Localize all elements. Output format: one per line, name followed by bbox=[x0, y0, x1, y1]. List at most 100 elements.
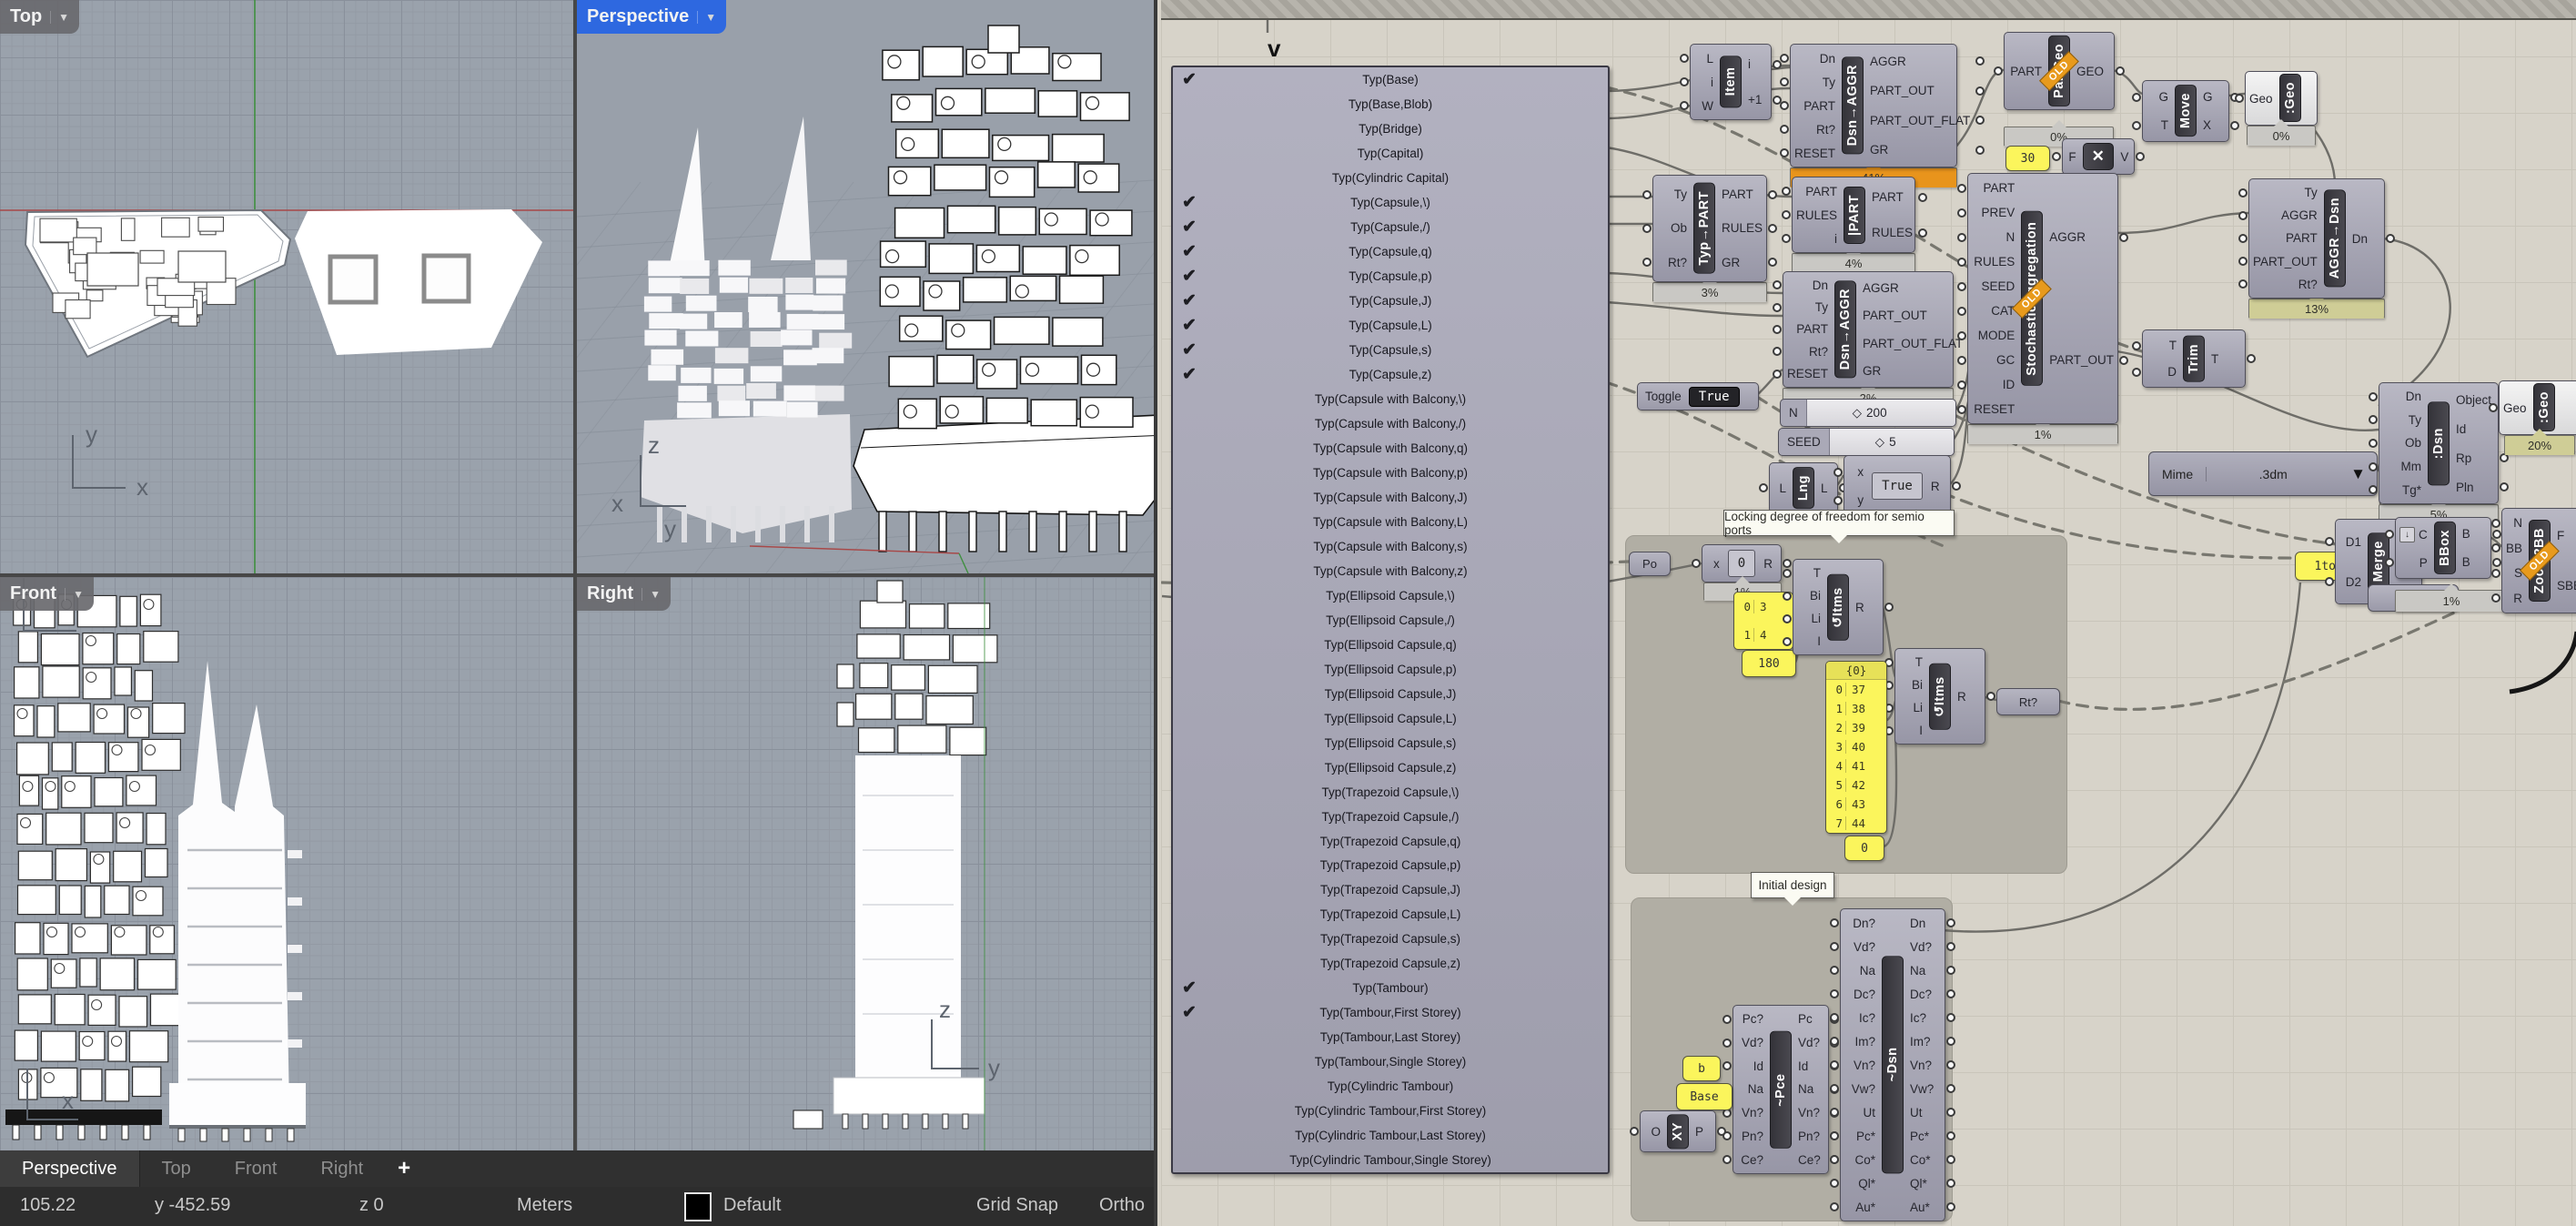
port-out-vd[interactable]: Vd? bbox=[1795, 1036, 1839, 1049]
checklist-item[interactable]: Typ(Trapezoid Capsule,s) bbox=[1173, 927, 1608, 951]
port-in-vw[interactable]: Vw? bbox=[1830, 1082, 1878, 1096]
port-out-x[interactable]: X bbox=[2200, 118, 2239, 132]
checklist-item[interactable]: ✔ Typ(Capsule,/) bbox=[1173, 215, 1608, 239]
layer-color-swatch[interactable] bbox=[684, 1192, 712, 1221]
viewport-perspective[interactable]: z x y Perspective ▼ bbox=[577, 0, 1154, 573]
port-in-mode[interactable]: MODE bbox=[1956, 329, 2017, 342]
checklist-item[interactable]: Typ(Ellipsoid Capsule,\) bbox=[1173, 583, 1608, 608]
checklist-item[interactable]: Typ(Tambour,Single Storey) bbox=[1173, 1049, 1608, 1074]
port-out-vn[interactable]: Vn? bbox=[1795, 1106, 1839, 1120]
pipe-part-node[interactable]: PART RULES i |PART PART RULES bbox=[1781, 177, 1928, 253]
multiply-node[interactable]: F ✕ V bbox=[2052, 138, 2145, 175]
port-in-d2[interactable]: D2 bbox=[2325, 575, 2364, 589]
port-out-sbb[interactable]: SBB bbox=[2554, 579, 2576, 593]
checklist-item[interactable]: Typ(Ellipsoid Capsule,L) bbox=[1173, 706, 1608, 731]
checklist-item[interactable]: Typ(Cylindric Tambour,First Storey) bbox=[1173, 1099, 1608, 1123]
panel-0[interactable]: 0 bbox=[1844, 836, 1884, 861]
port-in-seed[interactable]: SEED bbox=[1956, 279, 2017, 293]
geo-param-node-top[interactable]: Geo:Geo bbox=[2235, 71, 2318, 126]
port-in-i[interactable]: i bbox=[1680, 76, 1716, 89]
typ-part-node[interactable]: Ty Ob Rt? Typ→PART PART RULES GR bbox=[1642, 175, 1778, 282]
checklist-item[interactable]: ✔ Typ(Capsule,L) bbox=[1173, 313, 1608, 338]
port-out-b[interactable]: B bbox=[2460, 555, 2502, 569]
port-in-part[interactable]: PART bbox=[1994, 65, 2045, 78]
checklist-item[interactable]: Typ(Ellipsoid Capsule,s) bbox=[1173, 731, 1608, 755]
port-out-ce[interactable]: Ce? bbox=[1795, 1153, 1839, 1167]
port-out-v[interactable]: V bbox=[2117, 150, 2145, 164]
slider-grip[interactable]: ◇ bbox=[1875, 435, 1884, 450]
checklist-item[interactable]: Typ(Capsule with Balcony,J) bbox=[1173, 485, 1608, 510]
port-out-im[interactable]: Im? bbox=[1907, 1035, 1955, 1049]
checklist-item[interactable]: ✔ Typ(Capsule,z) bbox=[1173, 362, 1608, 387]
mime-dropdown[interactable]: Mime .3dm ▼ bbox=[2148, 451, 2378, 496]
toggle-node[interactable]: Toggle True bbox=[1637, 382, 1759, 410]
port-in-ce[interactable]: Ce? bbox=[1722, 1153, 1766, 1167]
port-in-vn[interactable]: Vn? bbox=[1830, 1059, 1878, 1072]
checklist-item[interactable]: Typ(Trapezoid Capsule,z) bbox=[1173, 951, 1608, 976]
viewport-front[interactable]: x Front ▼ bbox=[0, 577, 573, 1150]
checklist-item[interactable]: Typ(Trapezoid Capsule,\) bbox=[1173, 780, 1608, 805]
port-out-gr[interactable]: GR bbox=[1719, 256, 1778, 269]
port-in-ob[interactable]: Ob bbox=[2369, 436, 2424, 450]
pce-node[interactable]: Pc? Vd? Id Na Vn? Pn? Ce? ~Pce Pc Vd? Id Na Vn? Pn? Ce… bbox=[1722, 1005, 1839, 1174]
panel-180[interactable]: 180 bbox=[1742, 650, 1796, 677]
port-out-pln[interactable]: Pln bbox=[2453, 481, 2509, 494]
checklist-item[interactable]: Typ(Ellipsoid Capsule,p) bbox=[1173, 657, 1608, 682]
port-out-f[interactable]: F bbox=[2554, 529, 2576, 542]
xy-plane-node[interactable]: O XY P bbox=[1630, 1110, 1726, 1152]
port-out-partout[interactable]: PART_OUT bbox=[1860, 309, 1978, 322]
checklist-item[interactable]: Typ(Base,Blob) bbox=[1173, 92, 1608, 117]
port-out-dc[interactable]: Dc? bbox=[1907, 988, 1955, 1001]
port-out-aggr[interactable]: AGGR bbox=[1860, 281, 1978, 295]
checklist-item[interactable]: Typ(Capsule with Balcony,p) bbox=[1173, 461, 1608, 485]
port-in-dn[interactable]: Dn bbox=[1772, 279, 1831, 292]
port-out-pn[interactable]: Pn? bbox=[1795, 1130, 1839, 1143]
port-in-cat[interactable]: CAT bbox=[1956, 304, 2017, 318]
stochastic-aggregation-node[interactable]: PARTPREVNRULESSEEDCATMODEGCIDRESETStocha… bbox=[1956, 173, 2128, 424]
port-in-vd[interactable]: Vd? bbox=[1722, 1036, 1766, 1049]
checklist-item[interactable]: Typ(Capsule with Balcony,\) bbox=[1173, 387, 1608, 411]
checklist-item[interactable]: ✔ Typ(Tambour) bbox=[1173, 976, 1608, 1000]
tab-right[interactable]: Right bbox=[298, 1150, 385, 1187]
dsn-deconstruct-node[interactable]: Dn? Vd? Na Dc? Ic? Im? Vn? Vw? Ut Pc* Co* Ql* Au* ~Ds… bbox=[1830, 908, 1955, 1221]
slider-grip[interactable]: ◇ bbox=[1853, 406, 1862, 420]
port-out-vn[interactable]: Vn? bbox=[1907, 1059, 1955, 1072]
port-in-n[interactable]: N bbox=[2490, 516, 2525, 530]
port-in-ty[interactable]: Ty bbox=[1779, 76, 1838, 89]
tab-front[interactable]: Front bbox=[213, 1150, 299, 1187]
viewport-right[interactable]: z y Right ▼ bbox=[577, 577, 1154, 1150]
port-in-dc[interactable]: Dc? bbox=[1830, 988, 1878, 1001]
port-out-partout[interactable]: PART_OUT bbox=[1867, 84, 1985, 97]
chevron-down-icon[interactable]: ▼ bbox=[697, 10, 716, 24]
port-in-ut[interactable]: Ut bbox=[1830, 1106, 1878, 1120]
checklist-item[interactable]: Typ(Capsule with Balcony,z) bbox=[1173, 559, 1608, 583]
port-in-x[interactable]: x bbox=[1833, 465, 1866, 479]
move-node[interactable]: G T Move G X bbox=[2132, 80, 2239, 142]
port-in-vd[interactable]: Vd? bbox=[1830, 940, 1878, 954]
port-in-n[interactable]: N bbox=[1956, 230, 2017, 244]
port-in-rt[interactable]: Rt? bbox=[1779, 123, 1838, 137]
port-in-geo[interactable]: Geo bbox=[2235, 92, 2276, 106]
checklist-item[interactable]: Typ(Ellipsoid Capsule,q) bbox=[1173, 633, 1608, 657]
port-out-rules[interactable]: RULES bbox=[1719, 221, 1778, 235]
port-in-g[interactable]: G bbox=[2132, 90, 2171, 104]
port-in-bi[interactable]: Bi bbox=[1783, 589, 1823, 603]
checklist-item[interactable]: ✔ Typ(Capsule,q) bbox=[1173, 239, 1608, 264]
toggle-value[interactable]: True bbox=[1688, 386, 1740, 407]
lng-node[interactable]: L Lng L bbox=[1759, 462, 1848, 513]
port-out-co[interactable]: Co* bbox=[1907, 1153, 1955, 1167]
checklist-item[interactable]: Typ(Ellipsoid Capsule,/) bbox=[1173, 608, 1608, 633]
checklist-item[interactable]: ✔ Typ(Capsule,s) bbox=[1173, 338, 1608, 362]
port-out-r[interactable]: R bbox=[1928, 480, 1962, 493]
port-in-part[interactable]: PART bbox=[1779, 99, 1838, 113]
port-in-part[interactable]: PART bbox=[1956, 181, 2017, 195]
port-in-pc[interactable]: Pc* bbox=[1830, 1130, 1878, 1143]
port-out-aggr[interactable]: AGGR bbox=[2046, 230, 2128, 244]
port-in-li[interactable]: Li bbox=[1783, 612, 1823, 625]
layer-name[interactable]: Default bbox=[723, 1195, 781, 1216]
port-out-aggr[interactable]: AGGR bbox=[1867, 55, 1985, 68]
viewport-label-top[interactable]: Top ▼ bbox=[0, 0, 80, 34]
port-out-ic[interactable]: Ic? bbox=[1907, 1011, 1955, 1025]
checklist-item[interactable]: Typ(Capsule with Balcony,/) bbox=[1173, 411, 1608, 436]
port-out-gr[interactable]: GR bbox=[1867, 143, 1985, 157]
